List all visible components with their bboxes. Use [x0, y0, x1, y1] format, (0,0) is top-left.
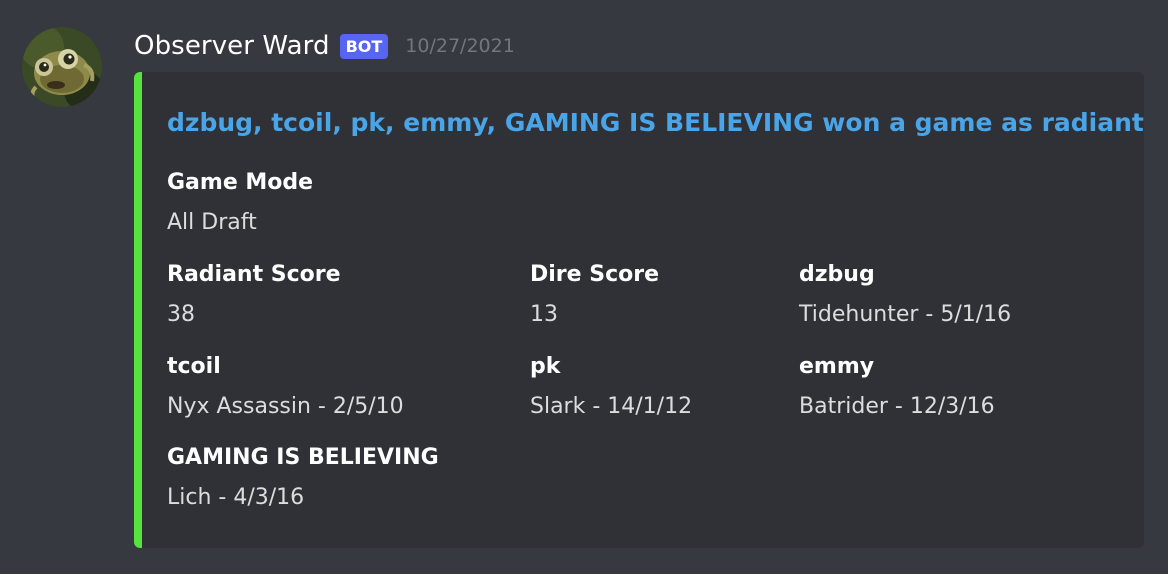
embed-title[interactable]: dzbug, tcoil, pk, emmy, GAMING IS BELIEV…: [167, 108, 1144, 137]
author-name[interactable]: Observer Ward: [134, 31, 330, 61]
field-name: Dire Score: [530, 262, 660, 287]
field-value: All Draft: [167, 210, 257, 235]
field-value: Slark - 14/1/12: [530, 394, 693, 419]
field-player-dzbug: dzbug Tidehunter - 5/1/16: [799, 261, 1011, 329]
field-value: 13: [530, 302, 558, 327]
field-value: Batrider - 12/3/16: [799, 394, 995, 419]
field-game-mode: Game Mode All Draft: [167, 169, 313, 237]
avatar[interactable]: [22, 27, 102, 107]
message-timestamp[interactable]: 10/27/2021: [405, 35, 515, 57]
field-name: Game Mode: [167, 170, 314, 195]
field-name: Radiant Score: [167, 262, 341, 287]
field-player-gaming-is-believing: GAMING IS BELIEVING Lich - 4/3/16: [167, 444, 439, 512]
field-value: Lich - 4/3/16: [167, 485, 305, 510]
embed-accent-bar: [134, 72, 142, 548]
chat-message: Observer Ward BOT 10/27/2021 dzbug, tcoi…: [0, 0, 1168, 574]
field-value: 38: [167, 302, 195, 327]
field-name: emmy: [799, 354, 875, 379]
field-name: dzbug: [799, 262, 875, 287]
grub-creature-icon: [22, 27, 102, 107]
embed-card: dzbug, tcoil, pk, emmy, GAMING IS BELIEV…: [134, 72, 1144, 548]
field-value: Nyx Assassin - 2/5/10: [167, 394, 404, 419]
field-player-pk: pk Slark - 14/1/12: [530, 353, 692, 421]
field-dire-score: Dire Score 13: [530, 261, 659, 329]
field-name: tcoil: [167, 354, 221, 379]
field-name: GAMING IS BELIEVING: [167, 445, 439, 470]
field-player-tcoil: tcoil Nyx Assassin - 2/5/10: [167, 353, 404, 421]
field-value: Tidehunter - 5/1/16: [799, 302, 1012, 327]
message-header: Observer Ward BOT 10/27/2021: [134, 26, 515, 66]
field-player-emmy: emmy Batrider - 12/3/16: [799, 353, 995, 421]
bot-badge: BOT: [339, 33, 389, 59]
field-name: pk: [530, 354, 561, 379]
field-radiant-score: Radiant Score 38: [167, 261, 341, 329]
